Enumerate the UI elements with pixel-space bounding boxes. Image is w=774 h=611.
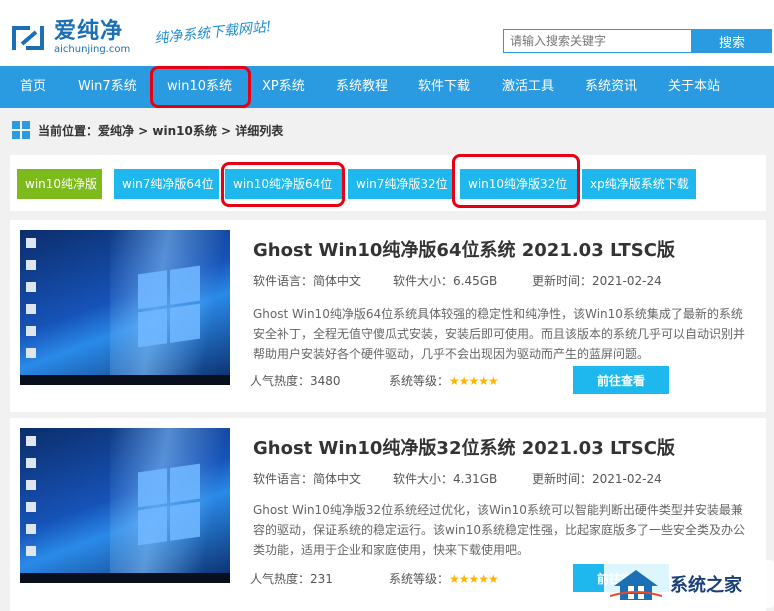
item-size: 软件大小：4.31GB bbox=[393, 472, 498, 486]
nav-item-xp[interactable]: XP系统 bbox=[262, 66, 305, 108]
item-level-label: 系统等级： bbox=[389, 374, 450, 388]
windows-logo-icon bbox=[138, 265, 200, 349]
nav-item-about[interactable]: 关于本站 bbox=[668, 66, 720, 108]
site-header: 爱纯净 aichunjing.com 纯净系统下载网站! 搜索 bbox=[0, 0, 774, 66]
filter-tag-xp-download[interactable]: xp纯净版系统下载 bbox=[582, 169, 696, 199]
filter-tag-win7-32[interactable]: win7纯净版32位 bbox=[348, 169, 452, 199]
filter-tag-win7-64[interactable]: win7纯净版64位 bbox=[114, 169, 219, 199]
system-screenshot-thumbnail[interactable] bbox=[20, 230, 230, 385]
item-heat: 人气热度：3480 bbox=[250, 374, 341, 388]
item-description: Ghost Win10纯净版64位系统具体较强的稳定性和纯净性，该Win10系统… bbox=[253, 307, 746, 361]
logo-mark-icon bbox=[8, 18, 48, 58]
item-updated: 更新时间：2021-02-24 bbox=[532, 274, 662, 288]
list-item: Ghost Win10纯净版64位系统 2021.03 LTSC版 软件语言：简… bbox=[10, 220, 766, 412]
search-button[interactable]: 搜索 bbox=[692, 29, 772, 53]
star-rating-icon: ★★★★★ bbox=[449, 572, 499, 586]
highlight-ring-filter-win10-32 bbox=[452, 154, 580, 208]
item-level: 系统等级：★★★★★ bbox=[389, 372, 499, 389]
item-heat: 人气热度：231 bbox=[250, 572, 333, 586]
item-title[interactable]: Ghost Win10纯净版32位系统 2021.03 LTSC版 bbox=[253, 434, 675, 460]
nav-item-activation[interactable]: 激活工具 bbox=[502, 66, 554, 108]
logo-domain: aichunjing.com bbox=[54, 44, 131, 55]
nav-item-news[interactable]: 系统资讯 bbox=[585, 66, 637, 108]
item-level: 系统等级：★★★★★ bbox=[389, 570, 499, 587]
watermark-text: 系统之家 bbox=[670, 575, 742, 596]
view-details-button[interactable]: 前往查看 bbox=[573, 366, 669, 394]
watermark: 系统之家 bbox=[604, 560, 774, 608]
item-description: Ghost Win10纯净版32位系统经过优化，该Win10系统可以智能判断出硬… bbox=[253, 503, 746, 557]
highlight-ring-nav-win10 bbox=[150, 66, 251, 108]
system-screenshot-thumbnail[interactable] bbox=[20, 428, 230, 583]
highlight-ring-filter-win10-64 bbox=[221, 162, 345, 207]
item-size: 软件大小：6.45GB bbox=[393, 274, 498, 288]
site-logo[interactable]: 爱纯净 aichunjing.com bbox=[8, 18, 130, 58]
main-nav: 首页 Win7系统 win10系统 XP系统 系统教程 软件下载 激活工具 系统… bbox=[0, 66, 774, 108]
nav-item-win7[interactable]: Win7系统 bbox=[78, 66, 137, 108]
breadcrumb-text: 当前位置：爱纯净 > win10系统 > 详细列表 bbox=[38, 123, 284, 138]
item-language: 软件语言：简体中文 bbox=[253, 274, 362, 288]
filter-tag-win10-pure[interactable]: win10纯净版 bbox=[17, 169, 102, 199]
logo-title: 爱纯净 bbox=[54, 19, 124, 44]
search-input[interactable] bbox=[503, 29, 692, 53]
windows-logo-icon bbox=[138, 463, 200, 547]
star-rating-icon: ★★★★★ bbox=[449, 374, 499, 388]
windows-icon bbox=[12, 121, 30, 139]
slogan: 纯净系统下载网站! bbox=[153, 18, 273, 48]
house-logo-icon bbox=[609, 566, 663, 602]
nav-item-home[interactable]: 首页 bbox=[20, 66, 46, 108]
breadcrumb: 当前位置：爱纯净 > win10系统 > 详细列表 bbox=[12, 120, 283, 140]
item-updated: 更新时间：2021-02-24 bbox=[532, 472, 662, 486]
filter-bar: win10纯净版 win7纯净版64位 win10纯净版64位 win7纯净版3… bbox=[10, 155, 766, 211]
item-level-label: 系统等级： bbox=[389, 572, 450, 586]
item-title[interactable]: Ghost Win10纯净版64位系统 2021.03 LTSC版 bbox=[253, 236, 675, 262]
nav-item-software[interactable]: 软件下载 bbox=[418, 66, 470, 108]
item-language: 软件语言：简体中文 bbox=[253, 472, 362, 486]
nav-item-tutorial[interactable]: 系统教程 bbox=[336, 66, 388, 108]
